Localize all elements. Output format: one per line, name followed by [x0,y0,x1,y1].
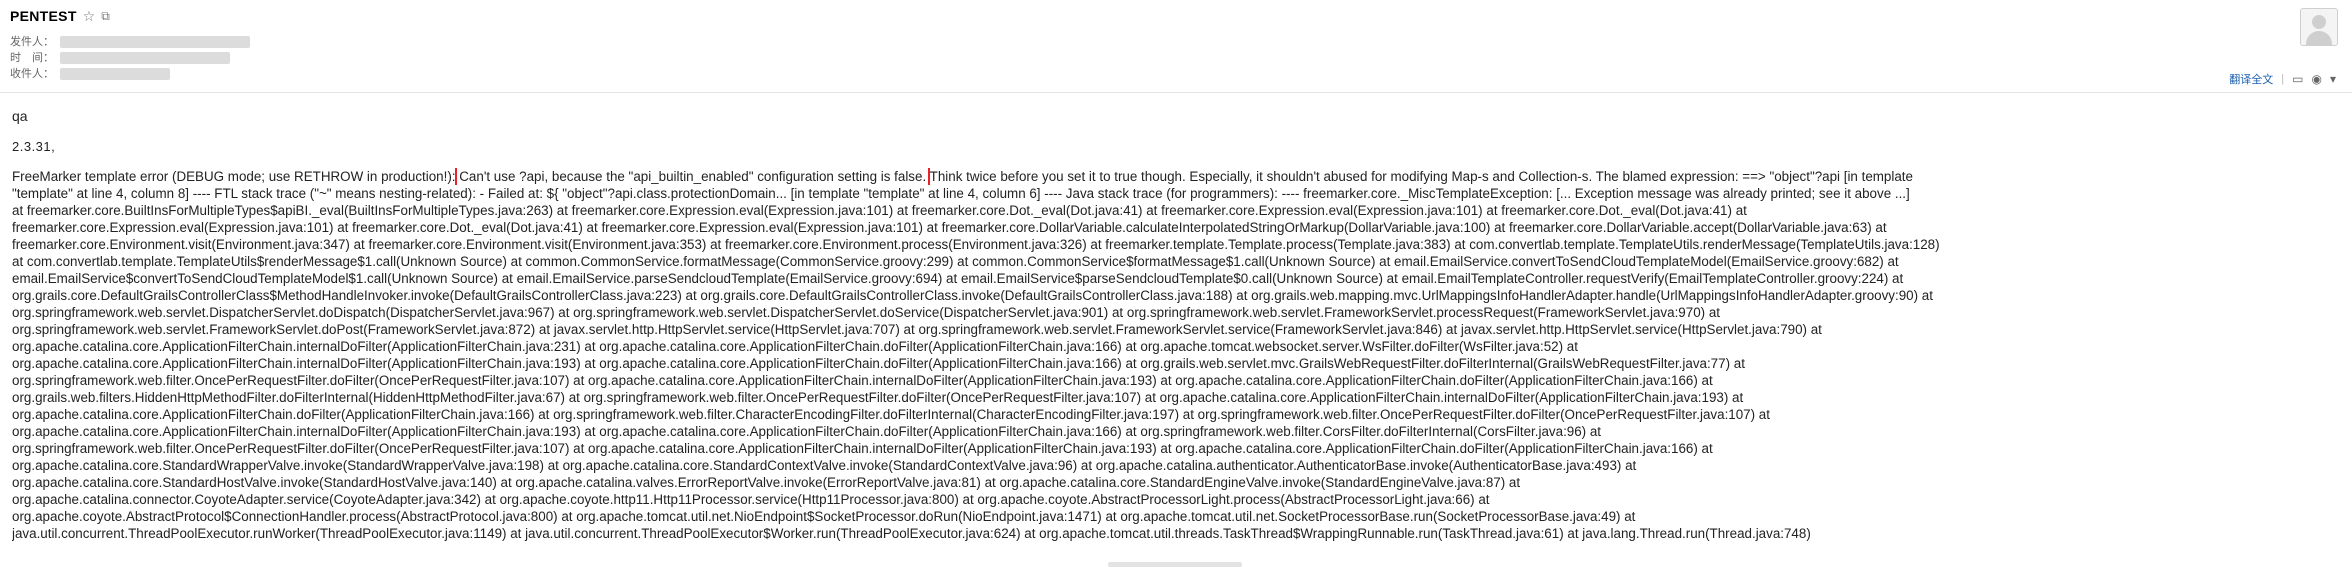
from-label: 发件人： [10,36,54,48]
stack-line: org.apache.catalina.core.ApplicationFilt… [12,356,1745,371]
popout-icon[interactable]: ⧉ [101,9,110,23]
stack-line: org.grails.core.DefaultGrailsControllerC… [12,288,1933,303]
error-message: FreeMarker template error (DEBUG mode; u… [12,168,2342,542]
stack-line: freemarker.core.Expression.eval(Expressi… [12,220,1887,235]
mail-header: PENTEST ☆ ⧉ 发件人： 时 间： 收件人： 翻译全文 | ▭ ◉ ▾ [0,0,2352,93]
stack-line: at freemarker.core.BuiltInsForMultipleTy… [12,203,1747,218]
mail-tools: 翻译全文 | ▭ ◉ ▾ [2221,71,2336,87]
more-icon[interactable]: ▾ [2330,72,2336,86]
stack-line: org.apache.catalina.core.ApplicationFilt… [12,424,1602,439]
translate-link[interactable]: 翻译全文 [2229,71,2273,87]
stack-line: org.apache.catalina.core.StandardWrapper… [12,458,1637,473]
mail-meta: 发件人： 时 间： 收件人： [10,34,250,82]
subject-row: PENTEST ☆ ⧉ [10,6,110,26]
stack-line: org.apache.catalina.core.ApplicationFilt… [12,407,1770,422]
avatar[interactable] [2300,8,2338,46]
stack-line: java.util.concurrent.ThreadPoolExecutor.… [12,526,1811,541]
from-redacted [60,36,250,48]
stack-line: email.EmailService$convertToSendCloudTem… [12,271,1904,286]
stack-line: org.springframework.web.servlet.Dispatch… [12,305,1720,320]
stack-line: org.springframework.web.servlet.Framewor… [12,322,1822,337]
avatar-torso [2306,31,2332,45]
stack-line: freemarker.core.Environment.visit(Enviro… [12,237,1940,252]
tools-divider: | [2281,73,2285,85]
stack-line: org.apache.catalina.core.ApplicationFilt… [12,339,1578,354]
to-label: 收件人： [10,68,54,80]
avatar-head [2312,15,2326,29]
body-greeting: qa [12,108,28,124]
stack-line: "template" at line 4, column 8] ---- FTL… [12,186,1910,201]
time-label: 时 间： [10,52,54,64]
mail-subject: PENTEST [10,8,77,24]
to-row: 收件人： [10,66,250,82]
stack-line: at com.convertlab.template.TemplateUtils… [12,254,1899,269]
globe-icon[interactable]: ◉ [2311,72,2321,86]
print-icon[interactable]: ▭ [2292,72,2303,86]
time-redacted [60,52,230,64]
body-version: 2.3.31, [12,139,56,154]
horizontal-scrollbar[interactable] [1108,562,1242,567]
stack-line: org.springframework.web.filter.OncePerRe… [12,441,1713,456]
star-icon[interactable]: ☆ [83,9,96,23]
stack-line: org.apache.catalina.core.StandardHostVal… [12,475,1521,490]
stack-line: org.grails.web.filters.HiddenHttpMethodF… [12,390,1744,405]
time-row: 时 间： [10,50,250,66]
error-prefix: FreeMarker template error (DEBUG mode; u… [12,169,456,184]
stack-line: org.apache.catalina.connector.CoyoteAdap… [12,492,1490,507]
error-suffix: Think twice before you set it to true th… [929,169,1913,184]
stack-line: org.apache.coyote.AbstractProtocol$Conne… [12,509,1636,524]
from-row: 发件人： [10,34,250,50]
error-first-line: FreeMarker template error (DEBUG mode; u… [12,168,2342,185]
to-redacted [60,68,170,80]
stack-line: org.springframework.web.filter.OncePerRe… [12,373,1713,388]
error-highlight: Can't use ?api, because the "api_builtin… [455,168,931,185]
